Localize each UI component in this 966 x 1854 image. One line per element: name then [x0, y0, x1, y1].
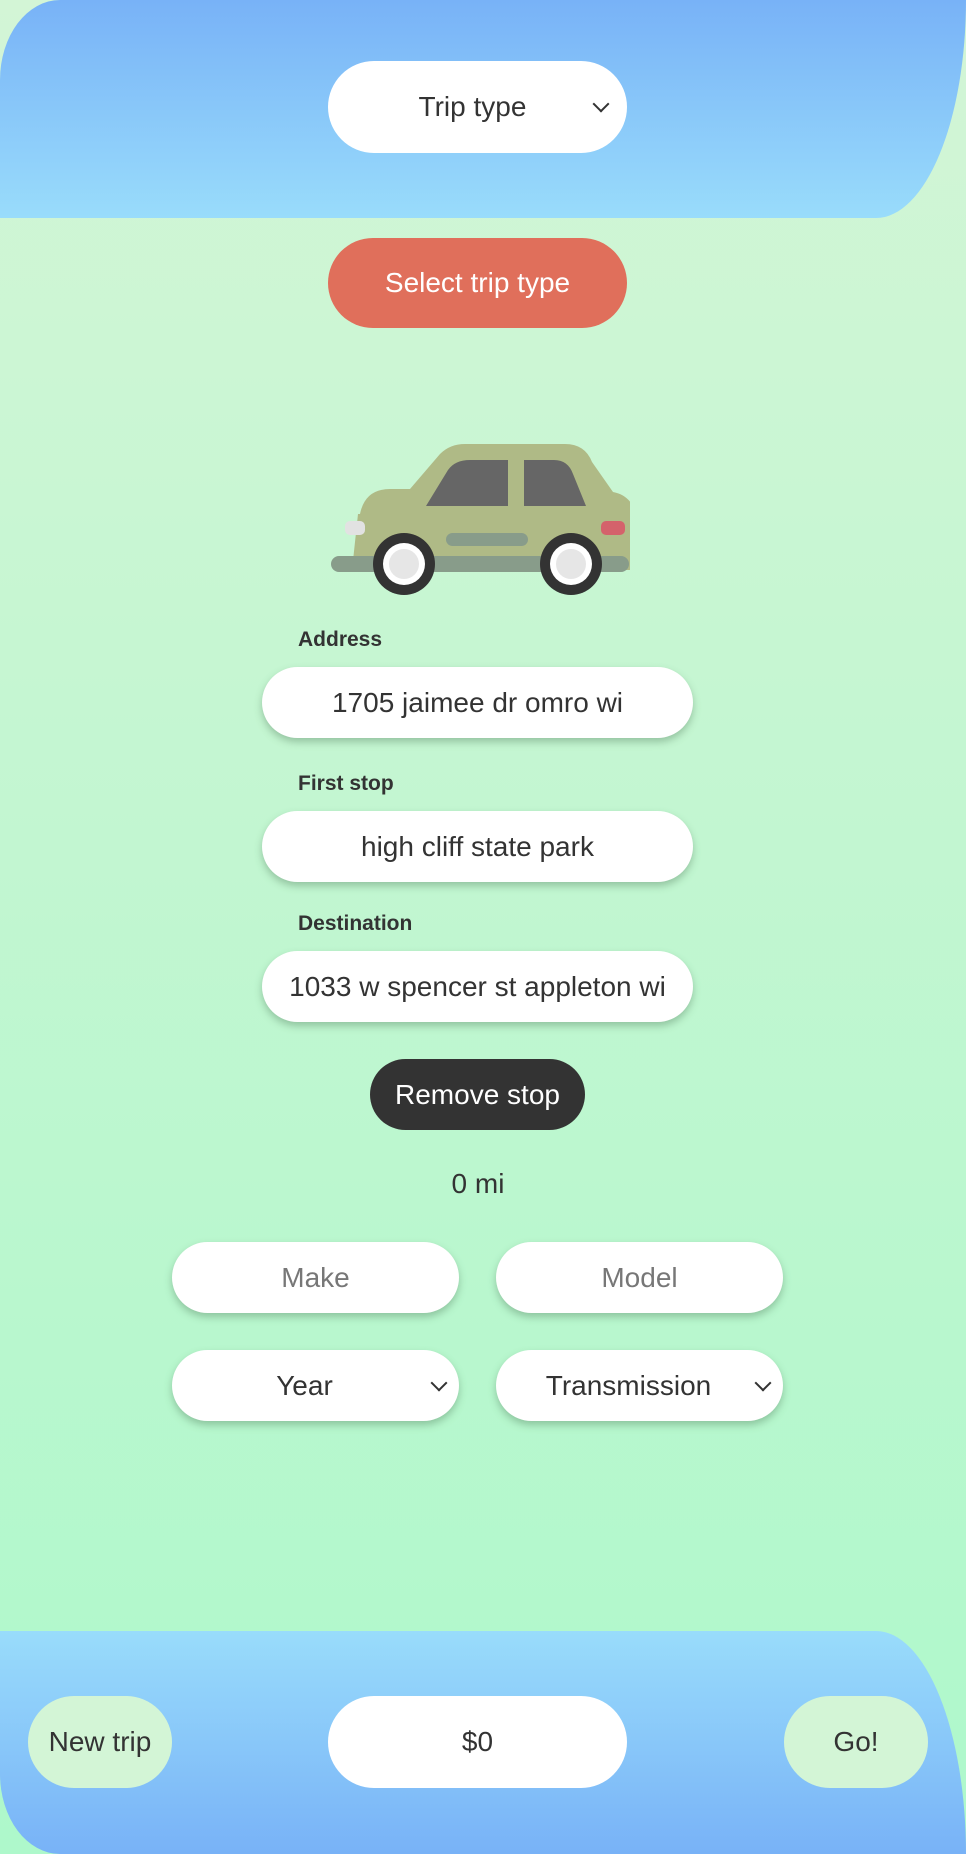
model-input[interactable]: Model [496, 1242, 783, 1313]
first-stop-input[interactable]: high cliff state park [262, 811, 693, 882]
new-trip-button[interactable]: New trip [28, 1696, 172, 1788]
distance-readout: 0 mi [451, 1168, 505, 1199]
year-select-value: Year [276, 1369, 333, 1401]
first-stop-label: First stop [298, 772, 394, 795]
make-placeholder: Make [281, 1261, 350, 1293]
address-label: Address [298, 628, 383, 651]
transmission-select-value: Transmission [545, 1369, 712, 1401]
first-stop-value: high cliff state park [361, 830, 594, 862]
trip-type-select[interactable]: Trip type [328, 61, 627, 153]
destination-value: 1033 w spencer st appleton wi [289, 970, 666, 1002]
transmission-select[interactable]: Transmission [496, 1350, 783, 1421]
remove-stop-label: Remove stop [395, 1078, 560, 1110]
remove-stop-button[interactable]: Remove stop [370, 1059, 585, 1130]
new-trip-label: New trip [48, 1726, 152, 1757]
model-placeholder: Model [601, 1261, 678, 1293]
trip-type-select-value: Trip type [418, 91, 527, 122]
cost-display: $0 [328, 1696, 627, 1788]
address-value: 1705 jaimee dr omro wi [331, 686, 624, 718]
car-icon [331, 444, 630, 595]
car-taillight [601, 521, 625, 535]
chevron-down-icon [430, 1374, 448, 1391]
destination-input[interactable]: 1033 w spencer st appleton wi [262, 951, 693, 1022]
chevron-down-icon [592, 95, 610, 113]
car-door-handle [446, 533, 528, 546]
chevron-down-icon [754, 1374, 772, 1391]
go-button[interactable]: Go! [784, 1696, 928, 1788]
make-input[interactable]: Make [172, 1242, 459, 1313]
car-headlight [345, 521, 365, 535]
cost-value: $0 [461, 1726, 494, 1757]
select-trip-type-label: Select trip type [384, 267, 571, 298]
destination-label: Destination [298, 912, 413, 935]
go-label: Go! [833, 1726, 879, 1757]
year-select[interactable]: Year [172, 1350, 459, 1421]
select-trip-type-button[interactable]: Select trip type [328, 238, 627, 328]
address-input[interactable]: 1705 jaimee dr omro wi [262, 667, 693, 738]
